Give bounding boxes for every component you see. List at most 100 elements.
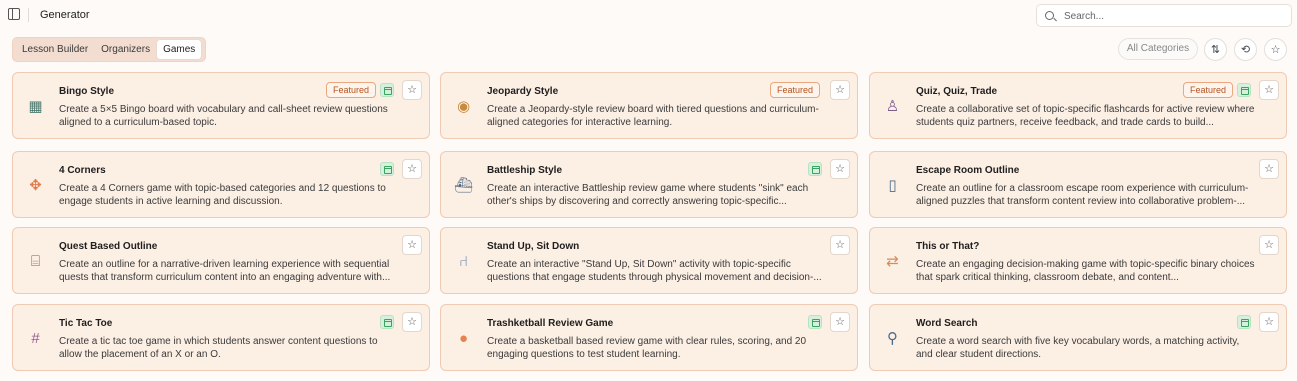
favorite-button[interactable]: ☆	[830, 312, 850, 332]
chair-icon: ⑁	[458, 253, 468, 270]
card-title: Battleship Style	[487, 165, 563, 176]
card-description: Create a word search with five key vocab…	[916, 336, 1240, 360]
card-title: Stand Up, Sit Down	[487, 241, 580, 252]
battleship-icon: ⛴	[454, 177, 474, 194]
favorite-button[interactable]: ☆	[1259, 80, 1279, 100]
game-card[interactable]: ⛴ Battleship Style Create an interactive B…	[440, 151, 858, 218]
card-title: Bingo Style	[59, 86, 115, 97]
game-card[interactable]: ◉ Jeopardy Style Create a Jeopardy-style r…	[440, 72, 858, 139]
card-title: 4 Corners	[59, 165, 106, 176]
card-title: Jeopardy Style	[487, 86, 559, 97]
magnifier-icon: ⚲	[887, 330, 898, 347]
game-card[interactable]: ▯ Escape Room Outline Create an outline fo…	[869, 151, 1287, 218]
card-title: Escape Room Outline	[916, 165, 1020, 176]
tab-games[interactable]: Games	[157, 40, 202, 59]
game-card[interactable]: ● Trashketball Review Game Create a basket…	[440, 304, 858, 371]
card-description: Create an interactive "Stand Up, Sit Dow…	[487, 259, 822, 283]
card-description: Create a Jeopardy-style review board wit…	[487, 104, 819, 128]
star-icon: ☆	[1264, 316, 1274, 328]
four-corners-icon: ✥	[29, 177, 42, 194]
featured-badge: Featured	[325, 82, 376, 98]
favorite-button[interactable]: ☆	[402, 312, 422, 332]
document-icon	[1237, 83, 1251, 97]
star-icon: ☆	[835, 84, 845, 96]
star-icon: ☆	[835, 316, 845, 328]
favorite-button[interactable]: ☆	[402, 235, 422, 255]
game-show-icon: ◉	[456, 98, 471, 115]
document-icon	[380, 315, 394, 329]
search-input[interactable]	[1064, 8, 1284, 24]
star-icon: ☆	[407, 316, 417, 328]
history-icon: ⟲	[1240, 44, 1251, 56]
game-card[interactable]: ⚲ Word Search Create a word search with fi…	[869, 304, 1287, 371]
treasure-chest-icon: ⌸	[30, 253, 40, 270]
document-icon	[808, 162, 822, 176]
favorite-button[interactable]: ☆	[830, 80, 850, 100]
card-title: Tic Tac Toe	[59, 318, 113, 329]
star-icon: ☆	[835, 163, 845, 175]
star-icon: ☆	[407, 163, 417, 175]
featured-badge: Featured	[769, 82, 820, 98]
basketball-icon: ●	[458, 330, 469, 347]
star-icon: ☆	[407, 239, 417, 251]
favorite-button[interactable]: ☆	[830, 235, 850, 255]
game-card[interactable]: ⑁ Stand Up, Sit Down Create an interactive…	[440, 227, 858, 294]
search-icon	[1045, 11, 1054, 20]
students-trade-icon: ♙	[885, 98, 900, 115]
category-filter-dropdown[interactable]: All Categories	[1118, 38, 1198, 60]
game-card[interactable]: # Tic Tac Toe Create a tic tac toe game in…	[12, 304, 430, 371]
sort-icon: ⇅	[1210, 44, 1221, 56]
star-icon: ☆	[1264, 163, 1274, 175]
card-description: Create a basketball based review game wi…	[487, 336, 807, 360]
card-title: Quest Based Outline	[59, 241, 158, 252]
document-icon	[808, 315, 822, 329]
page-title: Generator	[40, 9, 90, 21]
sidebar-toggle-icon[interactable]	[8, 8, 20, 20]
star-icon: ☆	[835, 239, 845, 251]
swap-arrows-icon: ⇄	[886, 253, 899, 270]
tab-organizers[interactable]: Organizers	[95, 40, 156, 59]
document-icon	[1237, 315, 1251, 329]
game-card[interactable]: ✥ 4 Corners Create a 4 Corners game with t…	[12, 151, 430, 218]
favorite-button[interactable]: ☆	[1259, 159, 1279, 179]
door-icon: ▯	[888, 177, 897, 194]
favorite-button[interactable]: ☆	[402, 159, 422, 179]
document-icon	[380, 162, 394, 176]
card-description: Create an outline for a narrative-driven…	[59, 259, 391, 283]
star-icon: ☆	[1264, 84, 1274, 96]
favorite-button[interactable]: ☆	[1259, 312, 1279, 332]
star-icon: ☆	[407, 84, 417, 96]
favorite-button[interactable]: ☆	[830, 159, 850, 179]
favorite-button[interactable]: ☆	[1259, 235, 1279, 255]
star-icon: ☆	[1264, 239, 1274, 251]
game-card[interactable]: ▦ Bingo Style Create a 5×5 Bingo board wit…	[12, 72, 430, 139]
category-tabs: Lesson Builder Organizers Games	[12, 37, 207, 62]
card-description: Create a tic tac toe game in which stude…	[59, 336, 378, 360]
sort-button[interactable]: ⇅	[1204, 38, 1227, 61]
favorites-button[interactable]: ☆	[1264, 38, 1287, 61]
favorite-button[interactable]: ☆	[402, 80, 422, 100]
bingo-card-icon: ▦	[28, 98, 43, 115]
featured-badge: Featured	[1182, 82, 1233, 98]
search-box[interactable]	[1036, 4, 1292, 27]
card-title: This or That?	[916, 241, 980, 252]
history-button[interactable]: ⟲	[1234, 38, 1257, 61]
card-description: Create an outline for a classroom escape…	[916, 183, 1249, 207]
document-icon	[380, 83, 394, 97]
divider	[28, 8, 29, 22]
card-title: Trashketball Review Game	[487, 318, 614, 329]
game-card[interactable]: ♙ Quiz, Quiz, Trade Create a collaborative…	[869, 72, 1287, 139]
card-description: Create a 5×5 Bingo board with vocabulary…	[59, 104, 388, 128]
card-description: Create an interactive Battleship review …	[487, 183, 809, 207]
tab-lesson-builder[interactable]: Lesson Builder	[16, 40, 94, 59]
star-icon: ☆	[1270, 44, 1281, 56]
card-title: Word Search	[916, 318, 978, 329]
game-card[interactable]: ⇄ This or That? Create an engaging decisio…	[869, 227, 1287, 294]
card-description: Create a 4 Corners game with topic-based…	[59, 183, 386, 207]
tic-tac-toe-icon: #	[31, 330, 40, 347]
top-bar: Generator	[0, 0, 1297, 30]
card-description: Create a collaborative set of topic-spec…	[916, 104, 1255, 128]
card-title: Quiz, Quiz, Trade	[916, 86, 998, 97]
game-card[interactable]: ⌸ Quest Based Outline Create an outline fo…	[12, 227, 430, 294]
card-description: Create an engaging decision-making game …	[916, 259, 1255, 283]
